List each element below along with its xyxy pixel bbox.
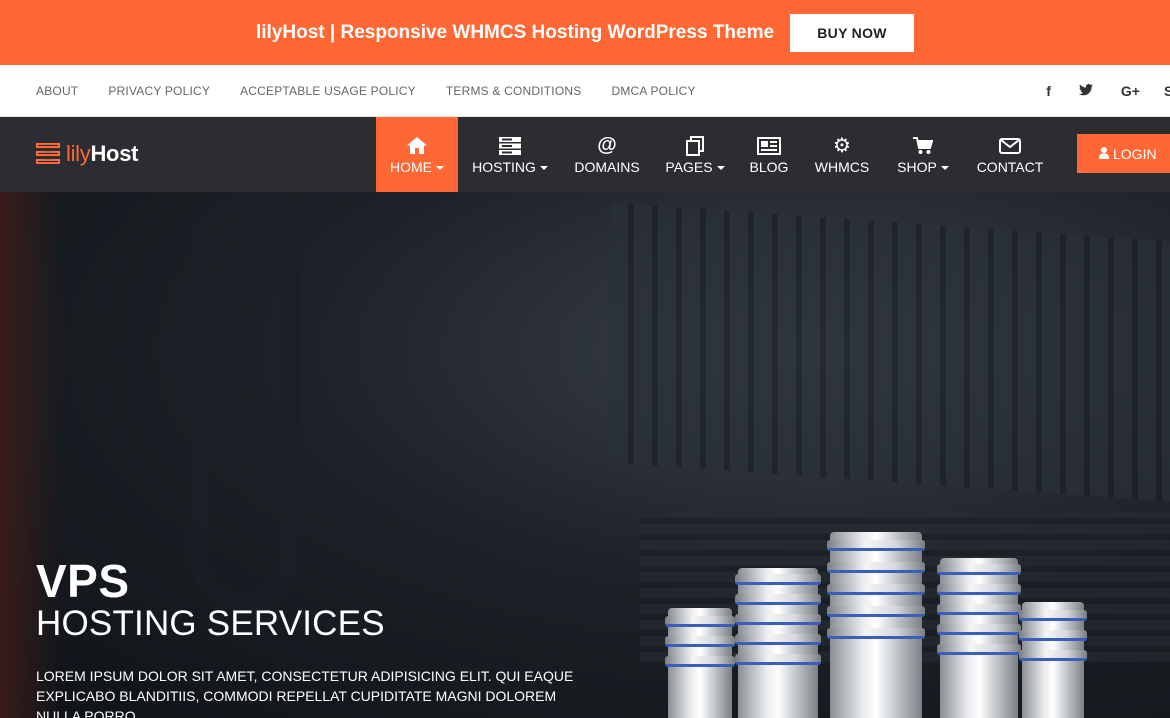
server-icon — [499, 135, 521, 157]
nav-contact-label: CONTACT — [976, 158, 1044, 175]
nav-pages-label: PAGES — [665, 158, 713, 175]
link-about[interactable]: ABOUT — [36, 84, 78, 98]
logo-server-icon — [36, 143, 60, 165]
hero-title: VPS — [36, 555, 130, 607]
promo-bar: lilyHost | Responsive WHMCS Hosting Word… — [0, 0, 1170, 65]
hero-subtitle: HOSTING SERVICES — [36, 604, 385, 643]
link-dmca-policy[interactable]: DMCA POLICY — [611, 84, 695, 98]
buy-now-button[interactable]: BUY NOW — [790, 13, 915, 52]
site-logo[interactable]: lilyHost — [36, 141, 138, 167]
hero-background-cable — [190, 192, 300, 612]
chevron-down-icon — [940, 165, 949, 170]
nav-home[interactable]: HOME — [376, 117, 458, 192]
nav-hosting-label: HOSTING — [472, 158, 536, 175]
twitter-icon[interactable] — [1078, 83, 1093, 99]
user-icon — [1099, 146, 1109, 162]
link-acceptable-usage-policy[interactable]: ACCEPTABLE USAGE POLICY — [240, 84, 416, 98]
pages-icon — [685, 135, 705, 157]
main-menu: HOME HOSTING @ DOMAINS PAGES BLOG ⚙ WHMC… — [376, 117, 1058, 192]
logo-text-host: Host — [90, 141, 139, 166]
hero-description: LOREM IPSUM DOLOR SIT AMET, CONSECTETUR … — [36, 668, 574, 718]
login-label: LOGIN — [1113, 145, 1157, 162]
login-button[interactable]: LOGIN — [1077, 134, 1170, 173]
link-privacy-policy[interactable]: PRIVACY POLICY — [108, 84, 210, 98]
chevron-down-icon — [716, 165, 725, 170]
google-plus-icon[interactable]: G+ — [1121, 83, 1140, 99]
more-social-icon[interactable]: S — [1164, 83, 1170, 99]
servers-illustration — [660, 522, 1100, 718]
link-terms-conditions[interactable]: TERMS & CONDITIONS — [446, 84, 582, 98]
hero-background-rack — [610, 202, 1170, 502]
nav-shop-label: SHOP — [897, 158, 937, 175]
nav-hosting[interactable]: HOSTING — [458, 117, 562, 192]
home-icon — [407, 135, 427, 157]
logo-text-lily: lily — [66, 141, 91, 166]
cart-icon — [913, 135, 933, 157]
facebook-icon[interactable]: f — [1046, 83, 1051, 99]
nav-contact[interactable]: CONTACT — [962, 117, 1058, 192]
nav-home-label: HOME — [390, 158, 432, 175]
nav-whmcs[interactable]: ⚙ WHMCS — [800, 117, 884, 192]
newspaper-icon — [757, 135, 781, 157]
nav-domains[interactable]: @ DOMAINS — [562, 117, 652, 192]
gear-icon: ⚙ — [833, 135, 851, 157]
nav-domains-label: DOMAINS — [574, 158, 640, 175]
nav-whmcs-label: WHMCS — [814, 158, 870, 175]
main-navbar: lilyHost HOME HOSTING @ DOMAINS PAGES BL… — [0, 117, 1170, 192]
nav-shop[interactable]: SHOP — [884, 117, 962, 192]
nav-pages[interactable]: PAGES — [652, 117, 738, 192]
chevron-down-icon — [436, 165, 444, 170]
hero-banner: VPS HOSTING SERVICES LOREM IPSUM DOLOR S… — [0, 192, 1170, 718]
chevron-down-icon — [539, 165, 548, 170]
envelope-icon — [999, 135, 1021, 157]
top-links-bar: ABOUT PRIVACY POLICY ACCEPTABLE USAGE PO… — [0, 65, 1170, 117]
promo-text: lilyHost | Responsive WHMCS Hosting Word… — [255, 21, 775, 43]
nav-blog-label: BLOG — [749, 158, 789, 175]
at-icon: @ — [597, 134, 617, 156]
nav-blog[interactable]: BLOG — [738, 117, 800, 192]
